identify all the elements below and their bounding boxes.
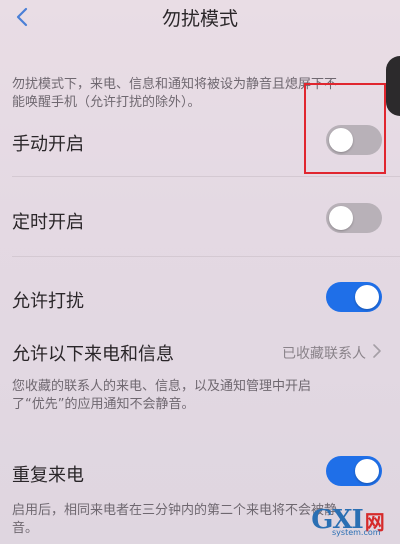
repeat-note-line-2: 音。: [12, 521, 39, 536]
assistive-touch-button[interactable]: [386, 56, 400, 116]
chevron-right-icon: [373, 344, 381, 358]
description-line-2: 能唤醒手机（允许打扰的除外）。: [12, 95, 201, 110]
allow-note-line-2: 了“优先”的应用通知不会静音。: [12, 397, 195, 412]
divider: [12, 256, 400, 257]
description-line-1: 勿扰模式下，来电、信息和通知将被设为静音且熄屏下不: [12, 77, 338, 92]
toggle-knob: [329, 206, 353, 230]
row-label: 允许以下来电和信息: [12, 344, 174, 365]
divider: [12, 176, 400, 177]
repeat-note-line-1: 启用后，相同来电者在三分钟内的第二个来电将不会被静: [12, 503, 338, 518]
toggle-knob: [355, 459, 379, 483]
row-label: 重复来电: [12, 465, 84, 486]
row-label: 允许打扰: [12, 291, 84, 312]
allow-from-value: 已收藏联系人: [282, 346, 366, 362]
header: 勿扰模式: [0, 0, 400, 36]
scheduled-enable-toggle[interactable]: [326, 203, 382, 233]
highlight-annotation-box: [304, 83, 386, 174]
watermark-site: system.com: [332, 528, 381, 537]
row-label: 定时开启: [12, 212, 84, 233]
allow-disturb-toggle[interactable]: [326, 282, 382, 312]
allow-note-line-1: 您收藏的联系人的来电、信息，以及通知管理中开启: [12, 379, 312, 394]
toggle-knob: [355, 285, 379, 309]
row-label: 手动开启: [12, 134, 84, 155]
page-title: 勿扰模式: [161, 8, 238, 30]
repeat-call-toggle[interactable]: [326, 456, 382, 486]
